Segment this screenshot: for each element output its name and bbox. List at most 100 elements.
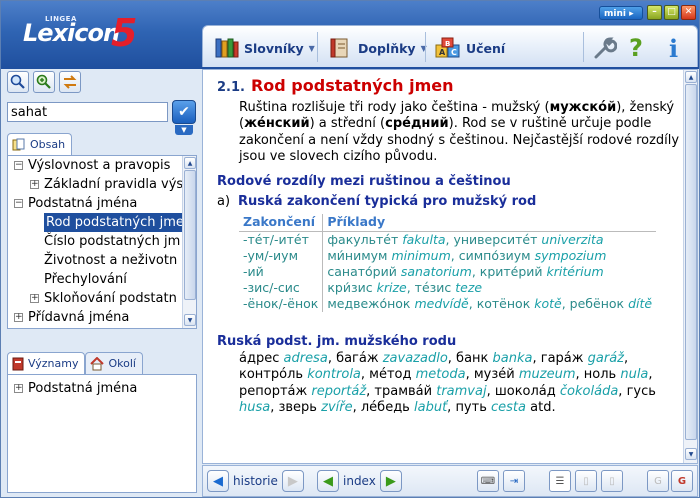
pronunciation-button[interactable]: G — [647, 470, 669, 492]
expand-icon[interactable]: + — [30, 294, 39, 303]
tree-item[interactable]: + Skloňování podstatn — [8, 289, 196, 308]
tree-item[interactable]: Rod podstatných jmen — [8, 213, 196, 232]
index-navigation: ◀ index ▶ — [317, 470, 402, 492]
export-button[interactable]: ⇥ — [503, 470, 525, 492]
tree-item-label: Životnost a neživotn — [44, 253, 178, 268]
tree-item[interactable]: + Přídavná jména — [8, 308, 196, 327]
document-lines-icon: ☰ — [555, 475, 565, 487]
tree-item[interactable]: Životnost a neživotn — [8, 251, 196, 270]
russian-word[interactable]: гусь — [627, 384, 656, 399]
russian-word[interactable]: котёнок — [477, 296, 531, 311]
table-row: -ум/-иум ми́нимум minimum, симпо́зиум sym… — [239, 248, 656, 264]
magnifier-plus-icon — [36, 74, 51, 89]
tree-item[interactable]: Přechylování — [8, 270, 196, 289]
arrow-right-icon: ▶ — [385, 473, 396, 489]
tab-contents[interactable]: Obsah — [7, 133, 73, 155]
russian-word[interactable]: контро́ль — [239, 367, 303, 382]
history-back-button[interactable]: ◀ — [207, 470, 229, 492]
collapse-icon[interactable]: − — [14, 199, 23, 208]
search-history-dropdown[interactable]: ▼ — [175, 125, 193, 135]
tab-meanings[interactable]: Významy — [7, 352, 86, 374]
scroll-down-button[interactable]: ▼ — [685, 448, 697, 460]
dictionaries-menu[interactable]: Slovníky ▼ — [215, 35, 315, 61]
expand-icon[interactable]: + — [30, 180, 39, 189]
russian-word[interactable]: кри́зис — [327, 280, 372, 295]
examples-cell: факультéт fakulta, университéт univerzit… — [327, 232, 604, 247]
russian-word[interactable]: ноль — [584, 367, 616, 382]
scroll-thumb[interactable] — [184, 170, 196, 300]
advanced-search-button[interactable] — [33, 71, 55, 93]
close-button[interactable]: ✕ — [681, 5, 696, 20]
addons-menu[interactable]: Doplňky ▼ — [329, 35, 427, 61]
russian-word[interactable]: крите́рий — [480, 264, 543, 279]
russian-word[interactable]: ми́нимум — [327, 248, 387, 263]
minimize-button[interactable]: – — [647, 5, 662, 20]
article-scrollbar[interactable]: ▲ ▼ — [683, 70, 697, 463]
view-mode-3-button[interactable]: ▯ — [601, 470, 623, 492]
russian-term: сре́дний — [385, 116, 449, 131]
document-icon: ▯ — [583, 475, 589, 487]
russian-term: мужско́й — [549, 99, 617, 115]
russian-word[interactable]: зверь — [278, 400, 317, 415]
table-row: -ий санато́рий sanatorium, крите́рий krit… — [239, 264, 656, 280]
grammar-button[interactable]: G — [671, 470, 693, 492]
mini-mode-button[interactable]: mini ▸ — [599, 6, 643, 20]
view-mode-2-button[interactable]: ▯ — [575, 470, 597, 492]
etc-text: atd. — [530, 400, 556, 415]
contents-scrollbar[interactable]: ▲ ▼ — [182, 156, 196, 328]
expand-icon[interactable]: + — [14, 384, 23, 393]
index-next-button[interactable]: ▶ — [379, 470, 402, 492]
russian-word[interactable]: симпо́зиум — [459, 248, 531, 263]
russian-word[interactable]: репорта́ж — [239, 384, 307, 399]
russian-word[interactable]: тéзис — [415, 280, 452, 295]
czech-translation: sanatorium — [400, 264, 472, 279]
czech-translation: reportáž — [311, 383, 367, 399]
export-icon: ⇥ — [509, 475, 519, 487]
maximize-button[interactable]: □ — [664, 5, 679, 20]
russian-word[interactable]: трамва́й — [374, 384, 432, 399]
russian-word[interactable]: ле́бедь — [361, 400, 410, 415]
tree-item[interactable]: Číslo podstatných jm — [8, 232, 196, 251]
scroll-up-button[interactable]: ▲ — [184, 157, 196, 169]
info-button[interactable]: i — [669, 34, 678, 63]
russian-word[interactable]: а́дрес — [239, 351, 279, 366]
scroll-thumb[interactable] — [685, 84, 697, 440]
russian-word[interactable]: бага́ж — [336, 351, 379, 366]
history-forward-button[interactable]: ▶ — [281, 470, 304, 492]
search-button[interactable] — [7, 71, 29, 93]
tree-item[interactable]: + Podstatná jména — [8, 379, 196, 398]
help-button[interactable]: ? — [629, 34, 643, 62]
russian-word[interactable]: университéт — [453, 232, 537, 247]
russian-word[interactable]: банк — [456, 351, 488, 366]
russian-word[interactable]: путь — [455, 400, 486, 415]
russian-word[interactable]: музе́й — [474, 367, 515, 382]
tree-item[interactable]: − Výslovnost a pravopis — [8, 156, 196, 175]
russian-word[interactable]: ме́тод — [369, 367, 411, 382]
search-confirm-button[interactable]: ✔ — [172, 100, 196, 124]
russian-word[interactable]: факультéт — [327, 232, 398, 247]
index-previous-button[interactable]: ◀ — [317, 470, 339, 492]
keyboard-button[interactable]: ⌨ — [477, 470, 499, 492]
learning-button[interactable]: A C B Učení — [435, 35, 505, 61]
tree-item[interactable]: + Základní pravidla výs — [8, 175, 196, 194]
tab-surroundings[interactable]: Okolí — [85, 352, 143, 374]
scroll-down-button[interactable]: ▼ — [184, 314, 196, 326]
top-tabbar: Obsah — [7, 133, 73, 155]
search-input[interactable] — [7, 102, 168, 122]
russian-word[interactable]: ребёнок — [570, 296, 624, 311]
russian-word[interactable]: санато́рий — [327, 264, 396, 279]
settings-button[interactable] — [593, 35, 617, 61]
expand-icon[interactable]: + — [14, 313, 23, 322]
russian-word[interactable]: шокола́д — [495, 384, 556, 399]
collapse-icon[interactable]: − — [14, 161, 23, 170]
tree-item-label: Výslovnost a pravopis — [28, 158, 171, 173]
index-label: index — [343, 474, 376, 488]
left-pane: ✔ ▼ Obsah −Výslovnost a pravopis+Základn… — [1, 69, 201, 497]
scroll-up-button[interactable]: ▲ — [685, 71, 697, 83]
swap-direction-button[interactable] — [59, 71, 81, 93]
czech-translation: krize — [376, 280, 407, 295]
russian-word[interactable]: медвежо́нок — [327, 296, 410, 311]
view-mode-1-button[interactable]: ☰ — [549, 470, 571, 492]
tree-item[interactable]: − Podstatná jména — [8, 194, 196, 213]
russian-word[interactable]: гара́ж — [541, 351, 584, 366]
